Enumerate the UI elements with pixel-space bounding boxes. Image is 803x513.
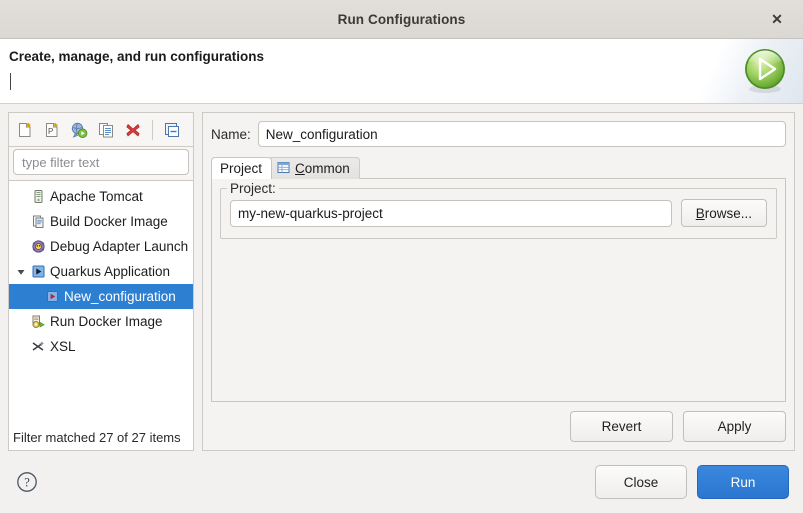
collapse-all-icon[interactable]: [160, 118, 184, 142]
header-title: Create, manage, and run configurations: [9, 49, 265, 64]
tab-folder: Project Common Project: my-new-quarkus-p…: [211, 156, 786, 402]
green-run-play-icon: [745, 49, 785, 93]
help-question-icon[interactable]: ?: [14, 469, 40, 495]
tab-common-label: Common: [295, 161, 350, 176]
tree-item-label: Apache Tomcat: [50, 189, 143, 204]
tree-item-label: Build Docker Image: [50, 214, 168, 229]
header-text-caret: [10, 73, 11, 90]
quarkus-config-icon: [43, 289, 61, 304]
tree-item-debug-adapter-launch[interactable]: Debug Adapter Launch: [9, 234, 193, 259]
new-file-icon[interactable]: [13, 118, 37, 142]
apply-button[interactable]: Apply: [683, 411, 786, 442]
configuration-editor-panel: Name: Project: [202, 112, 795, 451]
project-input[interactable]: [230, 199, 672, 227]
tree-items: Apache Tomcat Build Docker Image Debug A…: [9, 181, 193, 424]
tree-item-label: Run Docker Image: [50, 314, 163, 329]
filter-input[interactable]: [13, 149, 189, 175]
window-title: Run Configurations: [337, 11, 466, 27]
project-group: Project: Browse...: [220, 181, 777, 239]
toolbar-separator: [152, 119, 153, 140]
dialog-body: P type filter text Apache Tomcat Build D…: [0, 104, 803, 451]
xsl-icon: [29, 339, 47, 354]
run-button[interactable]: Run: [697, 465, 789, 499]
run-configurations-dialog: Run Configurations ✕ Create, manage, and…: [0, 0, 803, 513]
svg-text:P: P: [48, 127, 53, 136]
tab-common[interactable]: Common: [268, 157, 360, 179]
delete-red-x-icon[interactable]: [121, 118, 145, 142]
tab-project[interactable]: Project: [211, 157, 273, 179]
configurations-toolbar: P: [8, 112, 194, 146]
name-label: Name:: [211, 126, 251, 142]
docker-build-icon: [29, 214, 47, 229]
filter-container: [8, 146, 194, 180]
export-run-icon[interactable]: [67, 118, 91, 142]
configurations-panel: P type filter text Apache Tomcat Build D…: [8, 112, 194, 451]
tree-item-label: Debug Adapter Launch: [50, 239, 189, 254]
chevron-down-icon[interactable]: [13, 267, 29, 277]
revert-button[interactable]: Revert: [570, 411, 673, 442]
debug-adapter-icon: [29, 239, 47, 254]
common-table-icon: [277, 161, 290, 177]
duplicate-icon[interactable]: [94, 118, 118, 142]
browse-button[interactable]: Browse...: [680, 199, 767, 227]
name-row: Name:: [211, 121, 786, 147]
tab-body-project: Project: Browse...: [211, 178, 786, 402]
close-button[interactable]: Close: [595, 465, 687, 499]
tree-item-build-docker-image[interactable]: Build Docker Image: [9, 209, 193, 234]
tree-item-new-configuration[interactable]: New_configuration: [9, 284, 193, 309]
tomcat-icon: [29, 189, 47, 204]
tree-item-quarkus-application[interactable]: Quarkus Application: [9, 259, 193, 284]
tree-item-label: Quarkus Application: [50, 264, 171, 279]
tree-item-label: XSL: [50, 339, 76, 354]
filter-status-text: Filter matched 27 of 27 items: [13, 429, 181, 445]
configurations-tree[interactable]: Apache Tomcat Build Docker Image Debug A…: [8, 180, 194, 451]
tree-item-run-docker-image[interactable]: Run Docker Image: [9, 309, 193, 334]
name-input[interactable]: [257, 121, 786, 147]
svg-text:?: ?: [24, 475, 30, 489]
title-bar: Run Configurations ✕: [0, 0, 803, 39]
tree-item-xsl[interactable]: XSL: [9, 334, 193, 359]
close-icon[interactable]: ✕: [760, 0, 794, 38]
dialog-footer: ? Close Run: [0, 451, 803, 513]
quarkus-icon: [29, 264, 47, 279]
dialog-header: Create, manage, and run configurations: [0, 39, 803, 104]
tree-item-apache-tomcat[interactable]: Apache Tomcat: [9, 184, 193, 209]
project-group-title: Project:: [227, 181, 279, 196]
tab-project-label: Project: [220, 161, 263, 176]
new-prototype-icon[interactable]: P: [40, 118, 64, 142]
docker-run-icon: [29, 314, 47, 329]
apply-revert-row: Revert Apply: [211, 411, 786, 442]
project-row: Browse...: [230, 199, 767, 227]
tab-strip: Project Common: [211, 156, 786, 179]
tree-item-label: New_configuration: [64, 289, 176, 304]
